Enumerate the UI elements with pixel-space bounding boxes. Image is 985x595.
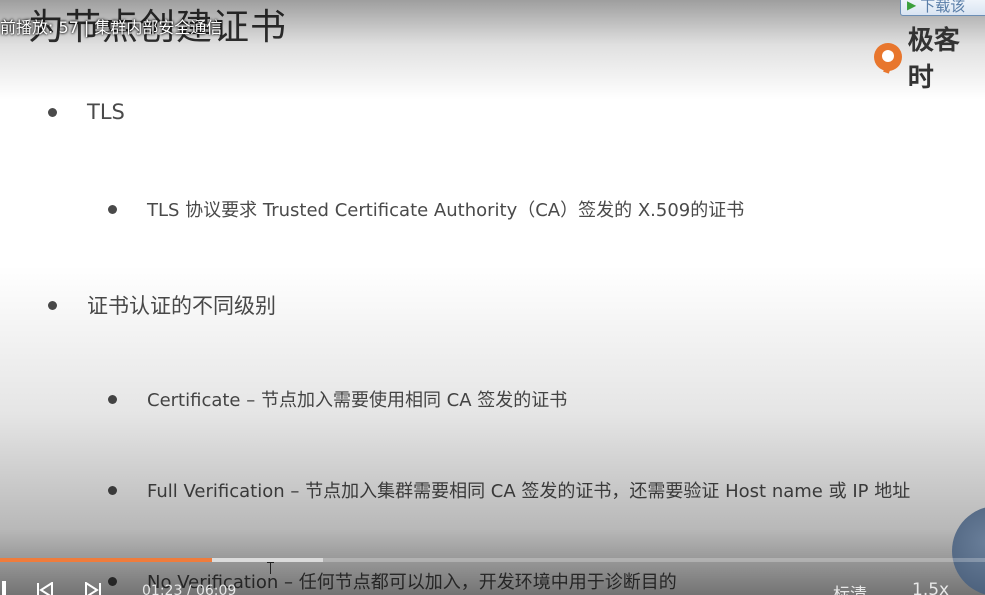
slide-sub-bullet: Certificate – 节点加入需要使用相同 CA 签发的证书 — [108, 386, 567, 412]
bullet-dot-icon — [108, 576, 117, 586]
play-pause-button[interactable] — [0, 580, 10, 595]
bullet-text: 证书认证的不同级别 — [87, 294, 276, 318]
slide-bullet: 证书认证的不同级别 — [48, 290, 276, 320]
slide-bullet: TLS — [48, 100, 125, 124]
progress-bar[interactable] — [0, 558, 985, 562]
download-button[interactable]: ▶ 下载该 — [900, 0, 985, 16]
bullet-dot-icon — [48, 107, 57, 117]
slide-sub-bullet: TLS 协议要求 Trusted Certificate Authority（C… — [108, 196, 744, 222]
speed-selector[interactable]: 1.5x — [912, 580, 949, 595]
time-display: 01:23 / 06:09 — [142, 583, 237, 595]
brand-logo: 极客时 — [874, 20, 985, 94]
now-playing-title: 前播放: 57 | 集群内部安全通信 — [0, 18, 223, 37]
pause-icon — [2, 581, 6, 595]
slide-sub-bullet: Full Verification – 节点加入集群需要相同 CA 签发的证书，… — [108, 477, 910, 503]
previous-button[interactable] — [36, 582, 54, 595]
next-button[interactable] — [84, 582, 102, 595]
bullet-text: TLS — [87, 100, 125, 124]
bullet-dot-icon — [48, 300, 57, 310]
play-triangle-icon: ▶ — [907, 0, 917, 12]
skip-next-icon — [85, 582, 101, 595]
brand-name: 极客时 — [907, 26, 960, 93]
bullet-text: Full Verification – 节点加入集群需要相同 CA 签发的证书，… — [147, 481, 911, 502]
download-button-label: 下载该 — [920, 0, 966, 15]
quality-selector[interactable]: 标清 — [833, 580, 867, 595]
bullet-dot-icon — [108, 204, 117, 214]
bullet-text: Certificate – 节点加入需要使用相同 CA 签发的证书 — [147, 390, 568, 411]
bullet-dot-icon — [108, 485, 117, 495]
bullet-dot-icon — [108, 394, 117, 404]
progress-played — [0, 558, 212, 562]
geekbang-logo-icon — [874, 43, 902, 71]
seek-cursor-icon — [267, 562, 274, 576]
skip-previous-icon — [37, 582, 53, 595]
video-player[interactable]: 为节点创建证书 TLS TLS 协议要求 Trusted Certificate… — [0, 0, 985, 595]
bullet-text: TLS 协议要求 Trusted Certificate Authority（C… — [147, 200, 745, 221]
presenter-avatar — [952, 506, 985, 595]
